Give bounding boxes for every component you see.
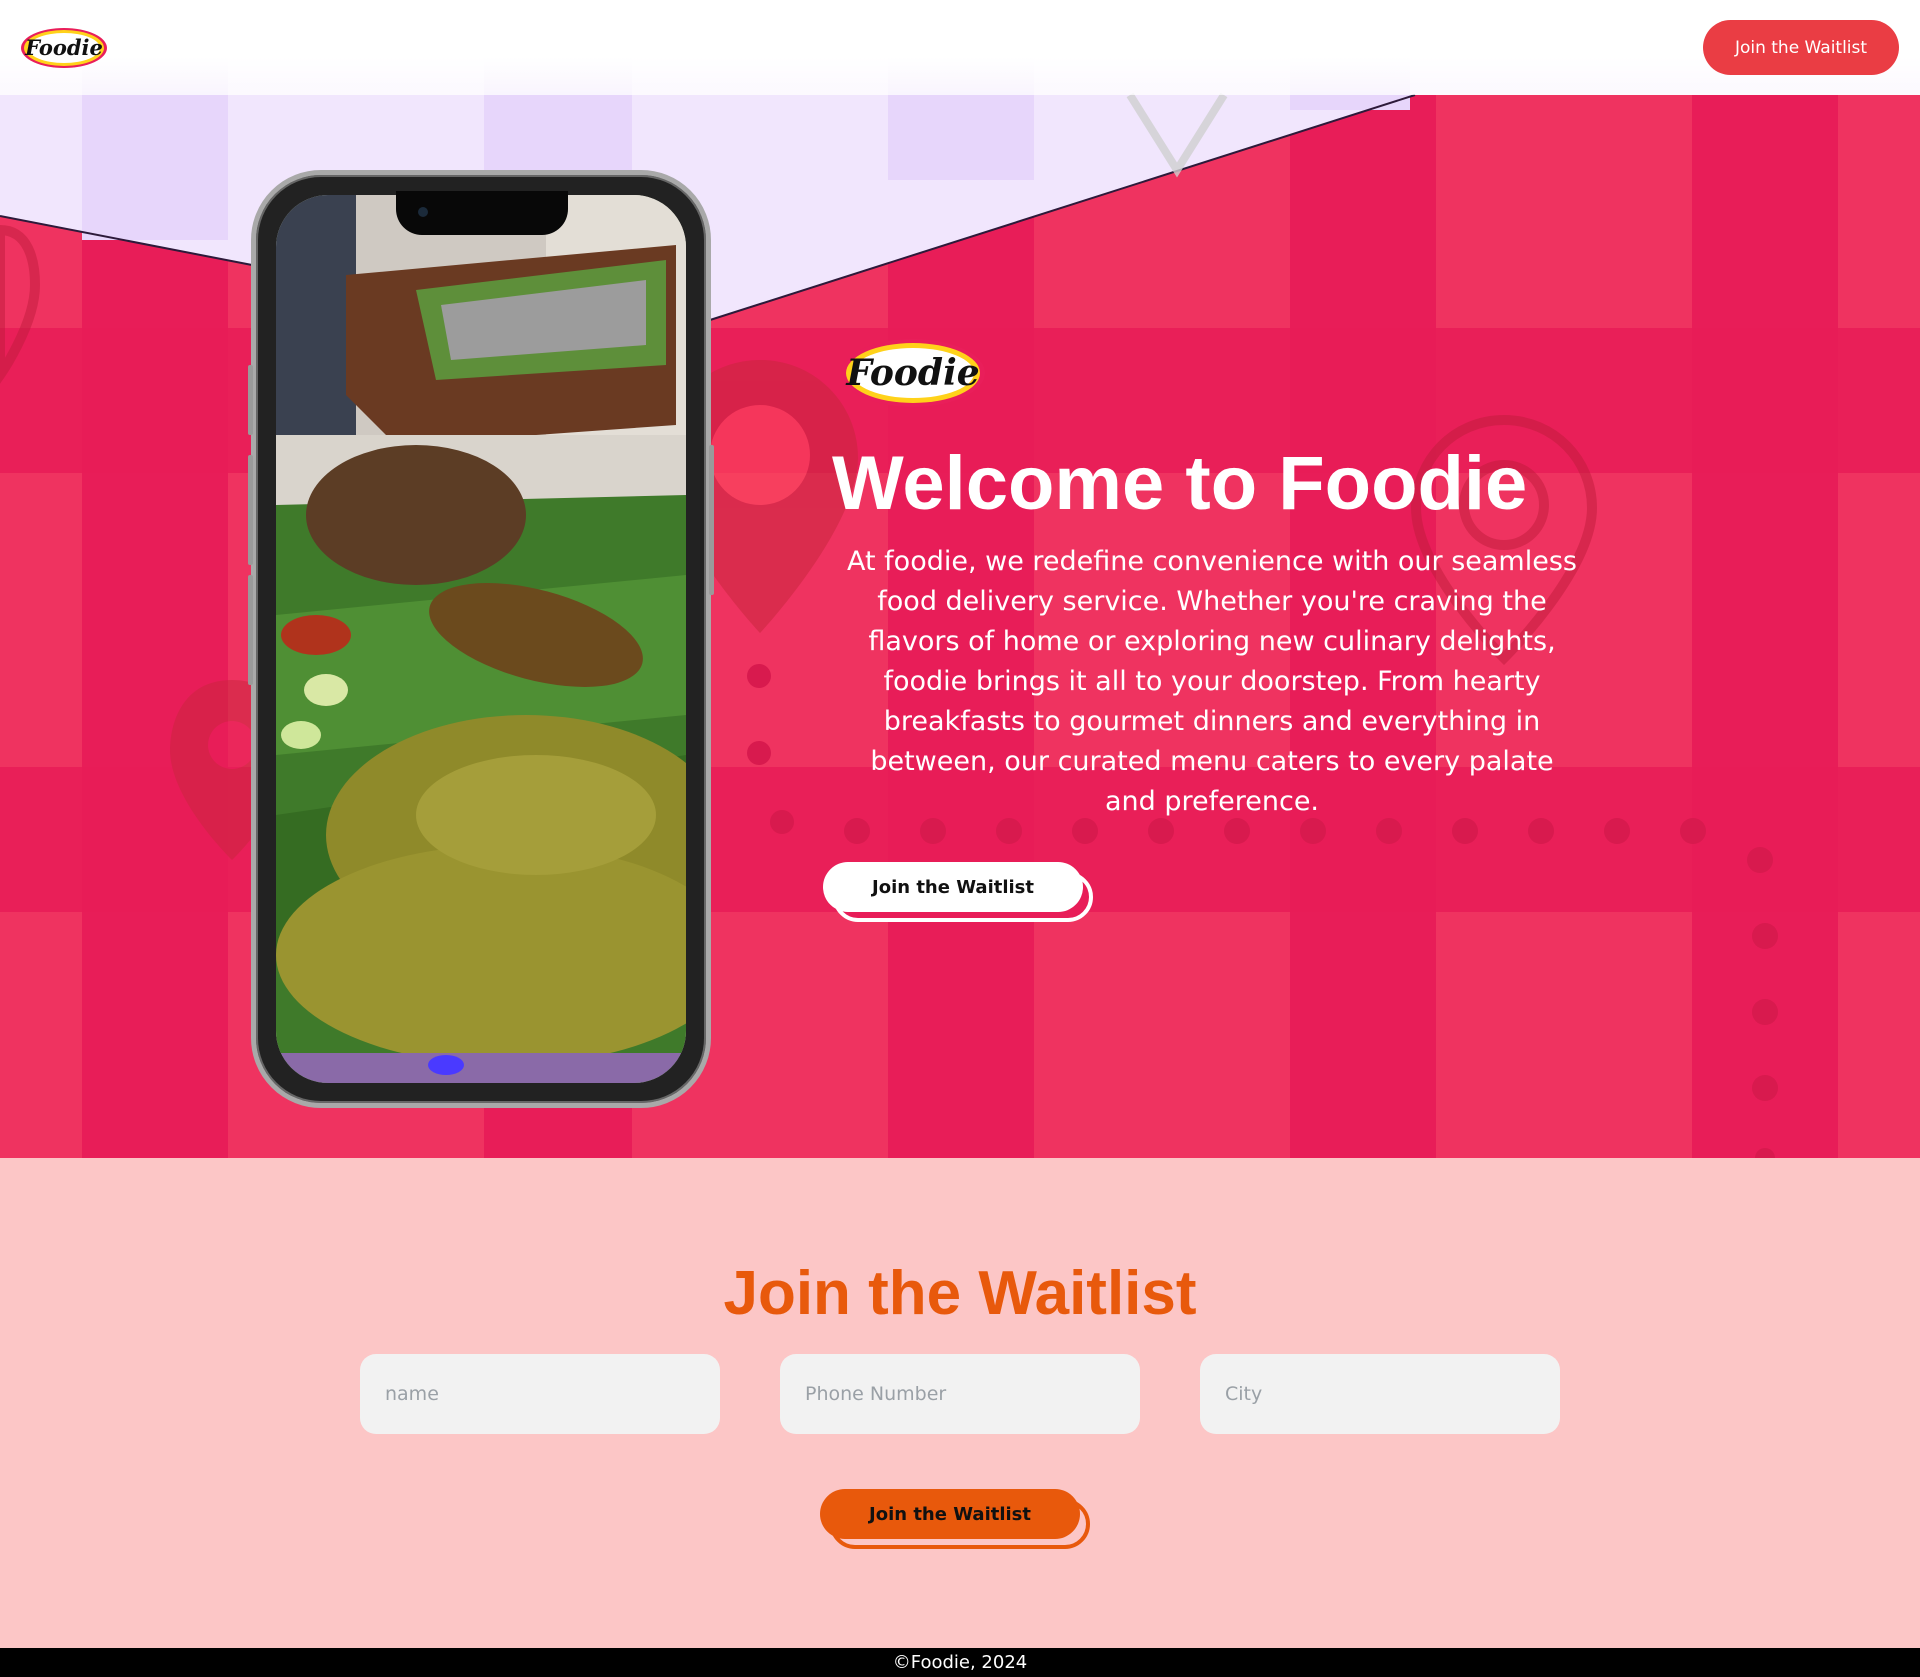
phone-number-input[interactable]	[780, 1354, 1140, 1434]
waitlist-section: Join the Waitlist Join the Waitlist	[0, 1158, 1920, 1648]
hero-cta-wrapper: Join the Waitlist	[823, 862, 1093, 922]
hero-description: At foodie, we redefine convenience with …	[847, 546, 1577, 817]
header-join-waitlist-button[interactable]: Join the Waitlist	[1703, 20, 1899, 75]
food-video-image	[276, 195, 686, 1083]
site-footer: ©Foodie, 2024	[0, 1648, 1920, 1677]
waitlist-submit-button[interactable]: Join the Waitlist	[820, 1489, 1080, 1539]
hero-join-waitlist-button[interactable]: Join the Waitlist	[823, 862, 1083, 912]
camera-icon	[418, 207, 428, 217]
svg-text:Foodie: Foodie	[24, 35, 103, 60]
hero-section: Foodie Welcome to Foodie At foodie, we r…	[0, 0, 1920, 1158]
copyright-text: ©Foodie, 2024	[892, 1652, 1028, 1673]
svg-text:Foodie: Foodie	[845, 352, 979, 394]
name-input[interactable]	[360, 1354, 720, 1434]
waitlist-submit-wrapper: Join the Waitlist	[820, 1489, 1090, 1549]
waitlist-title: Join the Waitlist	[723, 1259, 1197, 1328]
site-header: Foodie Join the Waitlist	[0, 0, 1920, 95]
phone-mockup	[248, 170, 714, 1108]
city-input[interactable]	[1200, 1354, 1560, 1434]
header-logo[interactable]: Foodie	[20, 26, 108, 70]
phone-notch	[396, 191, 568, 235]
hero-logo: Foodie	[841, 339, 985, 407]
hero-title: Welcome to Foodie	[832, 441, 1528, 526]
